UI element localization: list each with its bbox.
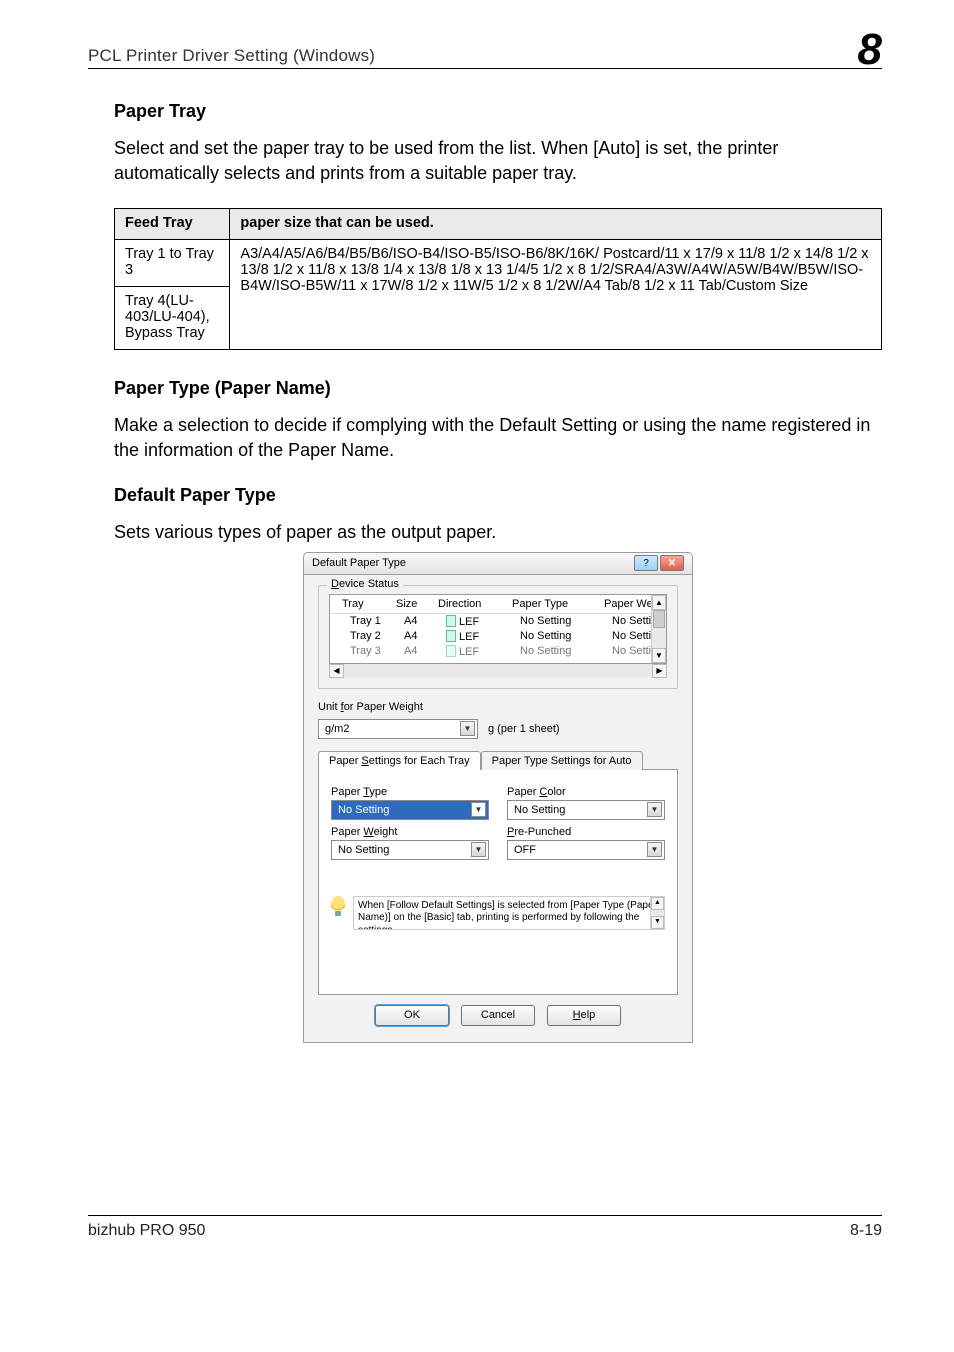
group-device-status: Device Status Tray Size Direction Paper … — [318, 585, 678, 689]
header-chapter-number: 8 — [858, 30, 882, 70]
heading-default-paper-type: Default Paper Type — [114, 485, 882, 506]
cell-dir: LEF — [446, 615, 520, 628]
col-tray: Tray — [342, 598, 396, 610]
hint-scrollbar[interactable]: ▲ ▼ — [650, 897, 664, 929]
cell-dir: LEF — [446, 630, 520, 643]
table-row[interactable]: Tray 3 A4 LEF No Setting No Setting — [330, 644, 666, 659]
footer-left: bizhub PRO 950 — [88, 1222, 205, 1240]
label-unit: Unit for Paper Weight — [318, 701, 678, 713]
cell-sizes: A3/A4/A5/A6/B4/B5/B6/ISO-B4/ISO-B5/ISO-B… — [230, 239, 882, 349]
pre-punched-select[interactable]: OFF ▼ — [507, 840, 665, 860]
cell-feed-tray: Tray 4(LU-403/LU-404), Bypass Tray — [115, 286, 230, 349]
label-pre-punched: Pre-Punched — [507, 826, 665, 838]
scroll-down-icon[interactable]: ▼ — [652, 648, 666, 663]
header-left: PCL Printer Driver Setting (Windows) — [88, 46, 375, 66]
pre-punched-value: OFF — [514, 844, 536, 856]
scroll-right-icon[interactable]: ▶ — [652, 664, 667, 678]
col-paper-type: Paper Type — [512, 598, 604, 610]
hint-text-box: When [Follow Default Settings] is select… — [353, 896, 665, 930]
device-status-list[interactable]: Tray Size Direction Paper Type Paper Wei… — [329, 594, 667, 664]
paper-color-value: No Setting — [514, 804, 565, 816]
col-size: Size — [396, 598, 438, 610]
paper-weight-value: No Setting — [338, 844, 389, 856]
tab-paper-settings-each-tray[interactable]: Paper Settings for Each Tray — [318, 751, 481, 770]
close-button[interactable]: ✕ — [660, 555, 684, 571]
tab-paper-type-auto[interactable]: Paper Type Settings for Auto — [481, 751, 643, 770]
cell-tray: Tray 2 — [350, 630, 404, 643]
label-paper-weight: Paper Weight — [331, 826, 489, 838]
unit-value: g/m2 — [325, 723, 349, 735]
th-feed-tray: Feed Tray — [115, 208, 230, 239]
chevron-down-icon: ▼ — [471, 842, 486, 857]
page-footer: bizhub PRO 950 8-19 — [88, 1215, 882, 1240]
cancel-button[interactable]: Cancel — [461, 1005, 535, 1026]
scroll-down-icon[interactable]: ▼ — [651, 916, 664, 929]
scroll-up-icon[interactable]: ▲ — [651, 897, 664, 910]
heading-paper-tray: Paper Tray — [114, 101, 882, 122]
table-row: Tray 1 to Tray 3 A3/A4/A5/A6/B4/B5/B6/IS… — [115, 239, 882, 286]
col-direction: Direction — [438, 598, 512, 610]
lef-icon — [446, 645, 456, 657]
horizontal-scrollbar[interactable]: ◀ ▶ — [329, 663, 667, 678]
vertical-scrollbar[interactable]: ▲ ▼ — [651, 595, 666, 663]
lef-icon — [446, 615, 456, 627]
paper-type-value: No Setting — [338, 804, 389, 816]
dialog-title: Default Paper Type — [312, 557, 406, 569]
scroll-left-icon[interactable]: ◀ — [329, 664, 344, 678]
cell-sizes-line1: A3/A4/A5/A6/B4/B5/B6/ISO-B4/ISO-B5/ISO-B… — [240, 246, 599, 262]
paper-type-select[interactable]: No Setting ▼ — [331, 800, 489, 820]
chevron-down-icon: ▼ — [471, 802, 486, 817]
th-paper-size: paper size that can be used. — [230, 208, 882, 239]
unit-select[interactable]: g/m2 ▼ — [318, 719, 478, 739]
heading-paper-type: Paper Type (Paper Name) — [114, 378, 882, 399]
label-paper-color: Paper Color — [507, 786, 665, 798]
text-paper-type: Make a selection to decide if complying … — [114, 413, 882, 463]
table-row[interactable]: Tray 2 A4 LEF No Setting No Setting — [330, 629, 666, 644]
tab-panel: Paper Type No Setting ▼ Paper Weight No … — [318, 769, 678, 995]
cell-tray: Tray 3 — [350, 645, 404, 658]
scroll-up-icon[interactable]: ▲ — [652, 595, 666, 610]
text-default-paper-type: Sets various types of paper as the outpu… — [114, 520, 882, 545]
page-header: PCL Printer Driver Setting (Windows) 8 — [88, 26, 882, 69]
cell-ptype: No Setting — [520, 645, 612, 658]
footer-right: 8-19 — [850, 1222, 882, 1240]
group-label: Device Status — [327, 578, 403, 590]
cell-size: A4 — [404, 615, 446, 628]
scroll-thumb[interactable] — [653, 610, 665, 628]
cell-feed-tray: Tray 1 to Tray 3 — [115, 239, 230, 286]
label-paper-type: Paper Type — [331, 786, 489, 798]
paper-color-select[interactable]: No Setting ▼ — [507, 800, 665, 820]
hint-text: When [Follow Default Settings] is select… — [358, 900, 657, 930]
help-hint-button[interactable]: ? — [634, 555, 658, 571]
help-button[interactable]: Help — [547, 1005, 621, 1026]
text-paper-tray: Select and set the paper tray to be used… — [114, 136, 882, 186]
lightbulb-icon — [331, 896, 345, 914]
chevron-down-icon: ▼ — [460, 721, 475, 736]
cell-size: A4 — [404, 630, 446, 643]
cell-tray: Tray 1 — [350, 615, 404, 628]
ok-button[interactable]: OK — [375, 1005, 449, 1026]
cell-ptype: No Setting — [520, 630, 612, 643]
cell-ptype: No Setting — [520, 615, 612, 628]
chevron-down-icon: ▼ — [647, 842, 662, 857]
cell-dir: LEF — [446, 645, 520, 658]
feed-tray-table: Feed Tray paper size that can be used. T… — [114, 208, 882, 350]
cell-size: A4 — [404, 645, 446, 658]
lef-icon — [446, 630, 456, 642]
unit-suffix: g (per 1 sheet) — [488, 723, 560, 735]
dialog-default-paper-type: Default Paper Type ? ✕ Device Status Tra… — [303, 552, 693, 1043]
table-row[interactable]: Tray 1 A4 LEF No Setting No Setting — [330, 614, 666, 629]
chevron-down-icon: ▼ — [647, 802, 662, 817]
paper-weight-select[interactable]: No Setting ▼ — [331, 840, 489, 860]
